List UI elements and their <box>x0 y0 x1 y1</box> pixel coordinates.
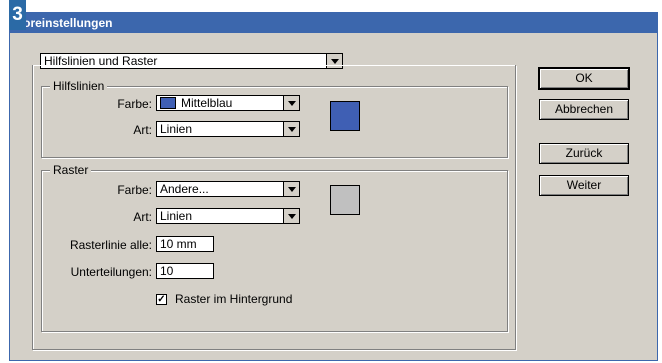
gridline-every-label: Rasterlinie alle: <box>69 238 152 252</box>
title-bar: Voreinstellungen <box>10 13 657 33</box>
ok-button[interactable]: OK <box>538 67 630 90</box>
guides-group-label: Hilfslinien <box>50 79 108 93</box>
grid-color-value: Andere... <box>160 182 209 196</box>
guides-style-select[interactable]: Linien <box>156 121 300 137</box>
gridline-every-input[interactable]: 10 mm <box>156 236 214 252</box>
chevron-down-icon[interactable] <box>283 96 299 110</box>
guides-style-value: Linien <box>160 122 193 136</box>
grid-style-select[interactable]: Linien <box>156 208 300 224</box>
subdivisions-label: Unterteilungen: <box>70 265 152 279</box>
window-title: Voreinstellungen <box>16 16 113 30</box>
preferences-dialog: Voreinstellungen Hilfslinien und Raster … <box>9 12 658 361</box>
grid-background-label: Raster im Hintergrund <box>175 292 293 306</box>
grid-background-checkbox[interactable]: ✓ <box>156 294 167 305</box>
cancel-button[interactable]: Abbrechen <box>539 99 629 120</box>
chevron-down-icon[interactable] <box>283 209 299 223</box>
guides-color-swatch[interactable] <box>330 101 360 131</box>
guides-color-label: Farbe: <box>117 97 152 111</box>
grid-color-swatch[interactable] <box>330 185 360 215</box>
guides-color-value: Mittelblau <box>181 96 233 110</box>
chevron-down-icon[interactable] <box>283 182 299 196</box>
next-button[interactable]: Weiter <box>539 175 629 196</box>
guides-color-select[interactable]: Mittelblau <box>156 95 300 111</box>
grid-color-select[interactable]: Andere... <box>156 181 300 197</box>
grid-group-label: Raster <box>50 163 92 177</box>
step-number-badge: 3 <box>9 0 26 30</box>
grid-color-label: Farbe: <box>117 183 152 197</box>
grid-style-label: Art: <box>133 210 152 224</box>
back-button[interactable]: Zurück <box>539 143 629 164</box>
guides-color-chip <box>160 96 176 109</box>
subdivisions-input[interactable]: 10 <box>156 263 214 279</box>
grid-style-value: Linien <box>160 209 193 223</box>
guides-style-label: Art: <box>133 123 152 137</box>
chevron-down-icon[interactable] <box>283 122 299 136</box>
